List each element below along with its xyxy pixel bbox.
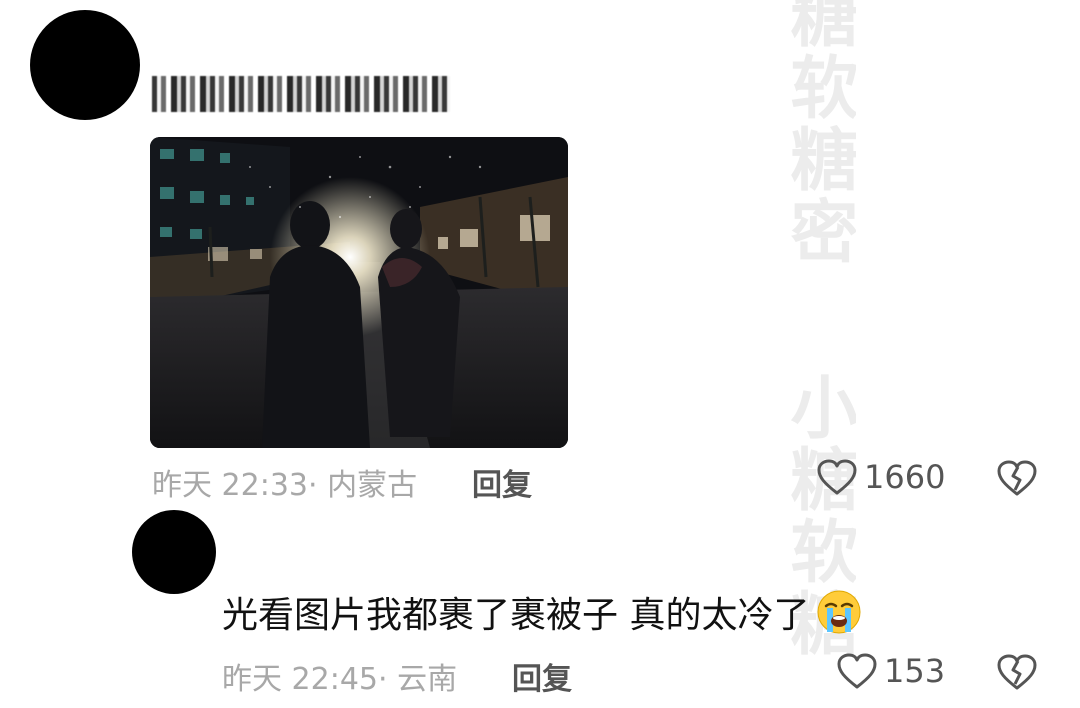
like-count: 153 [884,652,946,690]
watermark-text-top: 糖软糖密 [780,0,856,268]
comment-body: 光看图片我都裹了裹被子 真的太冷了 [222,595,810,636]
like-count: 1660 [864,458,946,496]
comment-timestamp-location: 昨天 22:33· 内蒙古 [152,468,418,503]
dislike-button[interactable] [996,652,1038,692]
loudly-crying-face-icon [817,590,861,634]
broken-heart-icon [997,460,1037,496]
heart-outline-icon [817,459,857,495]
heart-outline-icon [837,653,877,689]
reply-button[interactable]: 回复 [472,460,532,504]
comment-text: 光看图片我都裹了裹被子 真的太冷了 [222,586,863,638]
reply-button[interactable]: 回复 [512,654,572,698]
comment-thread: 糖软糖密 小糖软糖 昨天 22:33· 内蒙古 回复 1660 光看图片我都裹了… [0,0,1080,708]
comment-timestamp-location: 昨天 22:45· 云南 [222,662,458,697]
comment-photo[interactable] [150,137,568,448]
avatar[interactable] [30,10,140,120]
broken-heart-icon [997,654,1037,690]
avatar[interactable] [132,510,216,594]
night-snow-photo [150,137,568,448]
like-button[interactable]: 153 [836,652,945,690]
dislike-button[interactable] [996,458,1038,498]
like-button[interactable]: 1660 [816,458,945,496]
username-redacted[interactable] [152,76,450,112]
